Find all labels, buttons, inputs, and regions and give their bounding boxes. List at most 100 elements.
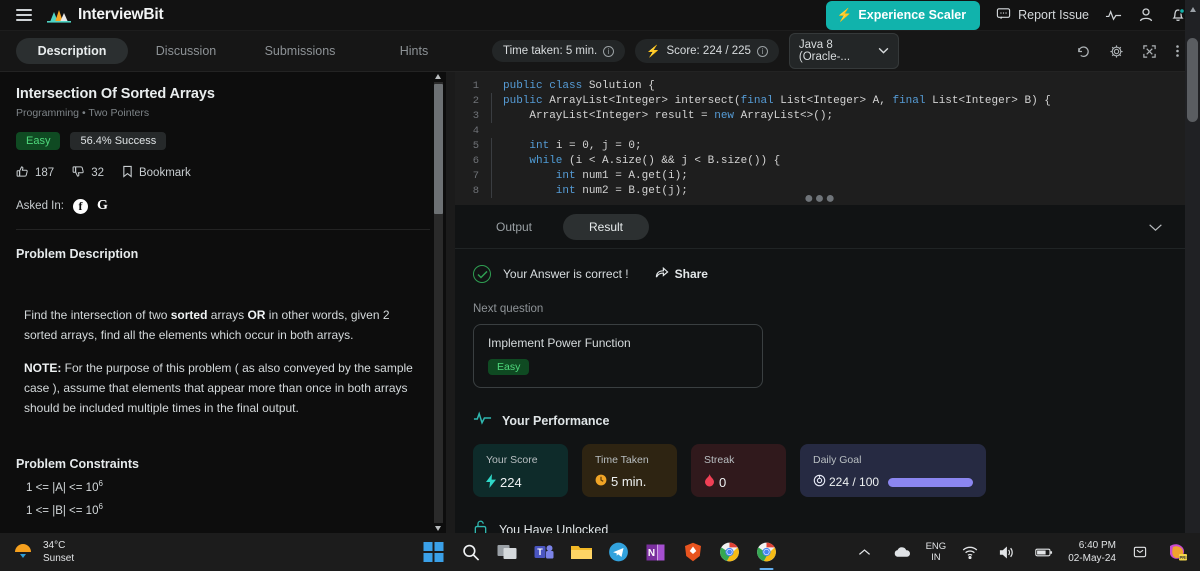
problem-header: Intersection Of Sorted Arrays Programmin… [0, 72, 446, 230]
code-lines[interactable]: 1 public class Solution {2 public ArrayLis… [455, 72, 1185, 198]
chrome-app-active[interactable] [754, 539, 780, 565]
code-line[interactable]: 2 public ArrayList<Integer> intersect(fin… [455, 93, 1185, 108]
more-options-icon[interactable] [1175, 43, 1180, 59]
indent-guide [491, 138, 492, 153]
brave-app[interactable] [680, 539, 706, 565]
activity-icon[interactable] [1105, 8, 1122, 23]
onedrive-icon[interactable] [889, 539, 915, 565]
experience-scaler-button[interactable]: ⚡ Experience Scaler [825, 0, 981, 30]
daily-goal-card: Daily Goal 224 / 100 [800, 444, 986, 497]
volume-icon[interactable] [994, 539, 1020, 565]
report-issue-button[interactable]: Report Issue [996, 6, 1089, 24]
tab-discussion[interactable]: Discussion [130, 38, 242, 64]
scroll-up-arrow-icon[interactable] [1189, 7, 1196, 12]
code-token: ArrayList<Integer> intersect( [549, 94, 741, 107]
code-token: new [714, 109, 741, 122]
downvote-button[interactable]: 32 [72, 165, 104, 181]
show-hidden-icons[interactable] [852, 539, 878, 565]
tab-output[interactable]: Output [471, 214, 557, 240]
upvote-button[interactable]: 187 [16, 165, 54, 181]
code-token: final [892, 94, 933, 107]
battery-icon[interactable] [1031, 539, 1057, 565]
tab-submissions[interactable]: Submissions [244, 38, 356, 64]
code-line[interactable]: 7 int num1 = A.get(i); [455, 168, 1185, 183]
tab-description[interactable]: Description [16, 38, 128, 64]
time-taken-label: Time taken: 5 min. [503, 45, 598, 57]
collapse-panel-chevron-icon[interactable] [1148, 219, 1163, 237]
info-icon[interactable]: i [603, 45, 615, 57]
reset-icon[interactable] [1076, 44, 1091, 59]
result-content: Your Answer is correct ! Share Next ques… [455, 249, 1185, 533]
score-pill[interactable]: ⚡ Score: 224 / 225 i [635, 39, 779, 63]
scroll-up-arrow-icon[interactable] [435, 74, 441, 79]
bookmark-button[interactable]: Bookmark [122, 165, 191, 181]
share-icon [655, 266, 669, 282]
indent-guide [491, 108, 492, 123]
copilot-icon[interactable]: PRI [1164, 539, 1190, 565]
browser-scrollbar[interactable] [1185, 0, 1200, 533]
code-line[interactable]: 6 while (i < A.size() && j < B.size()) { [455, 153, 1185, 168]
start-button[interactable] [421, 539, 447, 565]
left-panel-scrollbar[interactable] [434, 72, 443, 533]
teams-app[interactable]: T [532, 539, 558, 565]
weather-temp: 34°C [43, 540, 66, 551]
code-token: List<Integer> B) { [932, 94, 1051, 107]
tab-hints[interactable]: Hints [358, 38, 470, 64]
code-line[interactable]: 3 ArrayList<Integer> result = new ArrayL… [455, 108, 1185, 123]
language-select[interactable]: Java 8 (Oracle-... [788, 33, 899, 69]
time-taken-pill[interactable]: Time taken: 5 min. i [492, 40, 626, 62]
panel-divider[interactable] [446, 72, 455, 533]
answer-status-row: Your Answer is correct ! Share [473, 265, 1167, 283]
desc-text: For the purpose of this problem ( as als… [24, 361, 413, 415]
share-label: Share [674, 267, 708, 281]
report-issue-label: Report Issue [1018, 8, 1089, 22]
facebook-icon[interactable]: f [72, 198, 88, 214]
line-number: 4 [472, 124, 479, 137]
menu-icon[interactable] [16, 9, 32, 21]
language-indicator[interactable]: ENG IN [926, 541, 947, 563]
file-explorer-app[interactable] [569, 539, 595, 565]
editor-resize-handle[interactable]: ●●● [804, 191, 836, 206]
brand-logo-group[interactable]: InterviewBit [46, 6, 164, 24]
code-token: public [503, 79, 550, 92]
scroll-down-arrow-icon[interactable] [435, 526, 441, 531]
bell-icon[interactable] [1170, 7, 1186, 23]
daily-goal-value: 224 / 100 [829, 475, 880, 489]
code-line[interactable]: 5 int i = 0, j = 0; [455, 138, 1185, 153]
score-label: Score: 224 / 225 [666, 45, 751, 57]
scrollbar-thumb[interactable] [1187, 38, 1198, 122]
wifi-icon[interactable] [957, 539, 983, 565]
notifications-icon[interactable] [1127, 539, 1153, 565]
settings-gear-icon[interactable] [1109, 44, 1124, 59]
experience-scaler-label: Experience Scaler [858, 8, 967, 22]
scrollbar-thumb[interactable] [434, 84, 443, 214]
search-button[interactable] [458, 539, 484, 565]
onenote-app[interactable]: N [643, 539, 669, 565]
language-label: Java 8 (Oracle-... [798, 39, 851, 63]
code-editor[interactable]: 1 public class Solution {2 public ArrayLis… [455, 72, 1185, 205]
profile-icon[interactable] [1138, 7, 1154, 23]
tab-result[interactable]: Result [563, 213, 649, 240]
code-line[interactable]: 1 public class Solution { [455, 78, 1185, 93]
constraint-text: 1 <= |A| <= 10 [26, 481, 99, 494]
indent-guide [491, 183, 492, 198]
weather-widget[interactable]: 34°C Sunset [12, 539, 74, 566]
time-card-label: Time Taken [595, 454, 649, 466]
streak-card-value-row: 0 [704, 474, 773, 490]
next-question-card[interactable]: Implement Power Function Easy [473, 324, 763, 388]
code-line[interactable]: 4 [455, 123, 1185, 138]
fullscreen-icon[interactable] [1142, 44, 1157, 59]
problem-tab-bar: Description Discussion Submissions Hints… [0, 31, 1200, 72]
telegram-app[interactable] [606, 539, 632, 565]
chrome-app[interactable] [717, 539, 743, 565]
score-card-value-row: 224 [486, 474, 555, 491]
interviewbit-window: InterviewBit ⚡ Experience Scaler Report … [0, 0, 1200, 571]
time-card-value-row: 5 min. [595, 474, 664, 489]
google-icon[interactable]: G [97, 198, 108, 214]
share-button[interactable]: Share [655, 266, 708, 282]
task-view-button[interactable] [495, 539, 521, 565]
desc-text: arrays [207, 308, 248, 322]
constraint-text: 1 <= |B| <= 10 [26, 504, 99, 517]
clock-widget[interactable]: 6:40 PM 02-May-24 [1068, 539, 1116, 565]
info-icon[interactable]: i [756, 45, 768, 57]
